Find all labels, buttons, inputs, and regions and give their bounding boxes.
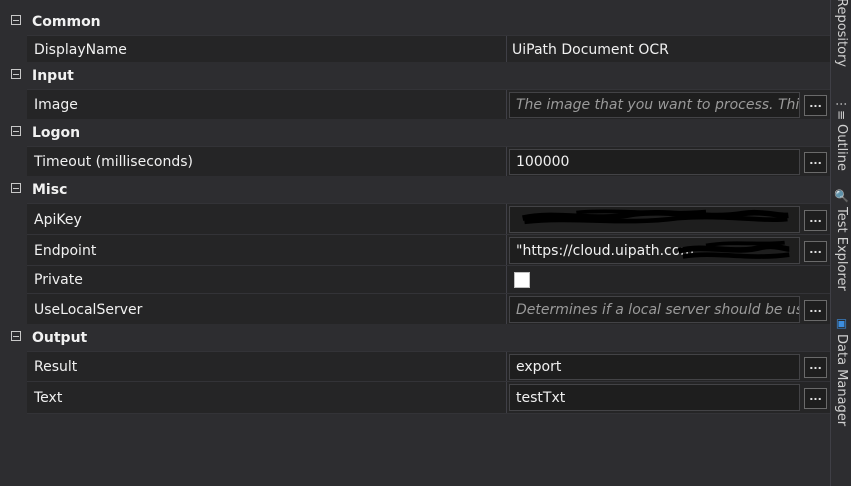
property-name: Image [34, 97, 78, 113]
property-name: Private [34, 272, 83, 288]
redaction-scribble [522, 209, 789, 225]
timeout-input[interactable]: 100000 [509, 149, 800, 175]
tab-repository[interactable]: Repository [833, 0, 850, 94]
property-row-result[interactable]: Result export ... [27, 351, 830, 382]
test-explorer-icon: 🔍 [834, 188, 849, 203]
category-label: Misc [32, 182, 68, 198]
browse-button[interactable]: ... [804, 357, 827, 378]
column-divider [506, 266, 507, 294]
column-divider [506, 147, 507, 177]
category-output[interactable]: Output [0, 324, 830, 352]
category-label: Output [32, 330, 88, 346]
column-divider [506, 382, 507, 413]
category-label: Common [32, 14, 101, 30]
property-name: DisplayName [34, 41, 127, 58]
browse-button[interactable]: ... [804, 95, 827, 116]
endpoint-input[interactable]: "https://cloud.uipath.com [509, 237, 800, 264]
property-row-private[interactable]: Private [27, 265, 830, 294]
browse-button[interactable]: ... [804, 299, 827, 321]
property-name: Timeout (milliseconds) [34, 154, 193, 170]
result-input[interactable]: export [509, 354, 800, 380]
property-row-image[interactable]: Image The image that you want to process… [27, 89, 830, 120]
properties-grid: Common DisplayName UiPath Document OCR I… [0, 0, 830, 486]
column-divider [506, 36, 507, 63]
text-input[interactable]: testTxt [509, 384, 800, 411]
browse-button[interactable]: ... [804, 240, 827, 262]
category-logon[interactable]: Logon [0, 119, 830, 147]
collapse-icon[interactable] [11, 183, 21, 193]
property-row-apikey[interactable]: ApiKey ... [27, 203, 830, 235]
column-divider [506, 235, 507, 266]
tab-label: Test Explorer [834, 206, 849, 291]
property-name: ApiKey [34, 211, 82, 228]
tab-label: Repository [834, 0, 849, 68]
displayname-value[interactable]: UiPath Document OCR [512, 36, 669, 63]
category-input[interactable]: Input [0, 62, 830, 90]
endpoint-value: "https://cloud.uipath.com [516, 242, 694, 259]
category-label: Logon [32, 125, 81, 141]
category-label: Input [32, 68, 74, 84]
property-name: Endpoint [34, 242, 97, 259]
column-divider [506, 90, 507, 120]
collapse-icon[interactable] [11, 69, 21, 79]
browse-button[interactable]: ... [804, 209, 827, 231]
collapse-icon[interactable] [11, 15, 21, 25]
apikey-input[interactable] [509, 206, 800, 233]
collapse-icon[interactable] [11, 331, 21, 341]
property-name: UseLocalServer [34, 301, 143, 318]
category-common[interactable]: Common [0, 8, 830, 36]
property-row-endpoint[interactable]: Endpoint "https://cloud.uipath.com ... [27, 234, 830, 266]
property-name: Result [34, 359, 78, 375]
private-checkbox[interactable] [514, 272, 530, 288]
data-manager-icon: ▣ [834, 316, 849, 330]
property-row-uselocalserver[interactable]: UseLocalServer Determines if a local ser… [27, 293, 830, 325]
column-divider [506, 352, 507, 382]
property-row-displayname[interactable]: DisplayName UiPath Document OCR [27, 35, 830, 63]
browse-button[interactable]: ... [804, 387, 827, 409]
outline-icon: ⋮≡ [834, 98, 849, 121]
column-divider [506, 294, 507, 325]
browse-button[interactable]: ... [804, 152, 827, 173]
tab-outline[interactable]: ⋮≡ Outline [833, 98, 850, 178]
column-divider [506, 204, 507, 235]
property-row-text[interactable]: Text testTxt ... [27, 381, 830, 414]
category-misc[interactable]: Misc [0, 176, 830, 204]
side-panel-tabs: Repository ⋮≡ Outline 🔍 Test Explorer ▣ … [830, 0, 851, 486]
tab-test-explorer[interactable]: 🔍 Test Explorer [833, 188, 850, 308]
tab-data-manager[interactable]: ▣ Data Manager [833, 316, 850, 446]
tab-label: Data Manager [834, 334, 849, 427]
image-input[interactable]: The image that you want to process. This… [509, 92, 800, 118]
property-name: Text [34, 389, 63, 406]
uselocalserver-input[interactable]: Determines if a local server should be u… [509, 296, 800, 323]
property-row-timeout[interactable]: Timeout (milliseconds) 100000 ... [27, 146, 830, 177]
collapse-icon[interactable] [11, 126, 21, 136]
tab-label: Outline [834, 124, 849, 172]
